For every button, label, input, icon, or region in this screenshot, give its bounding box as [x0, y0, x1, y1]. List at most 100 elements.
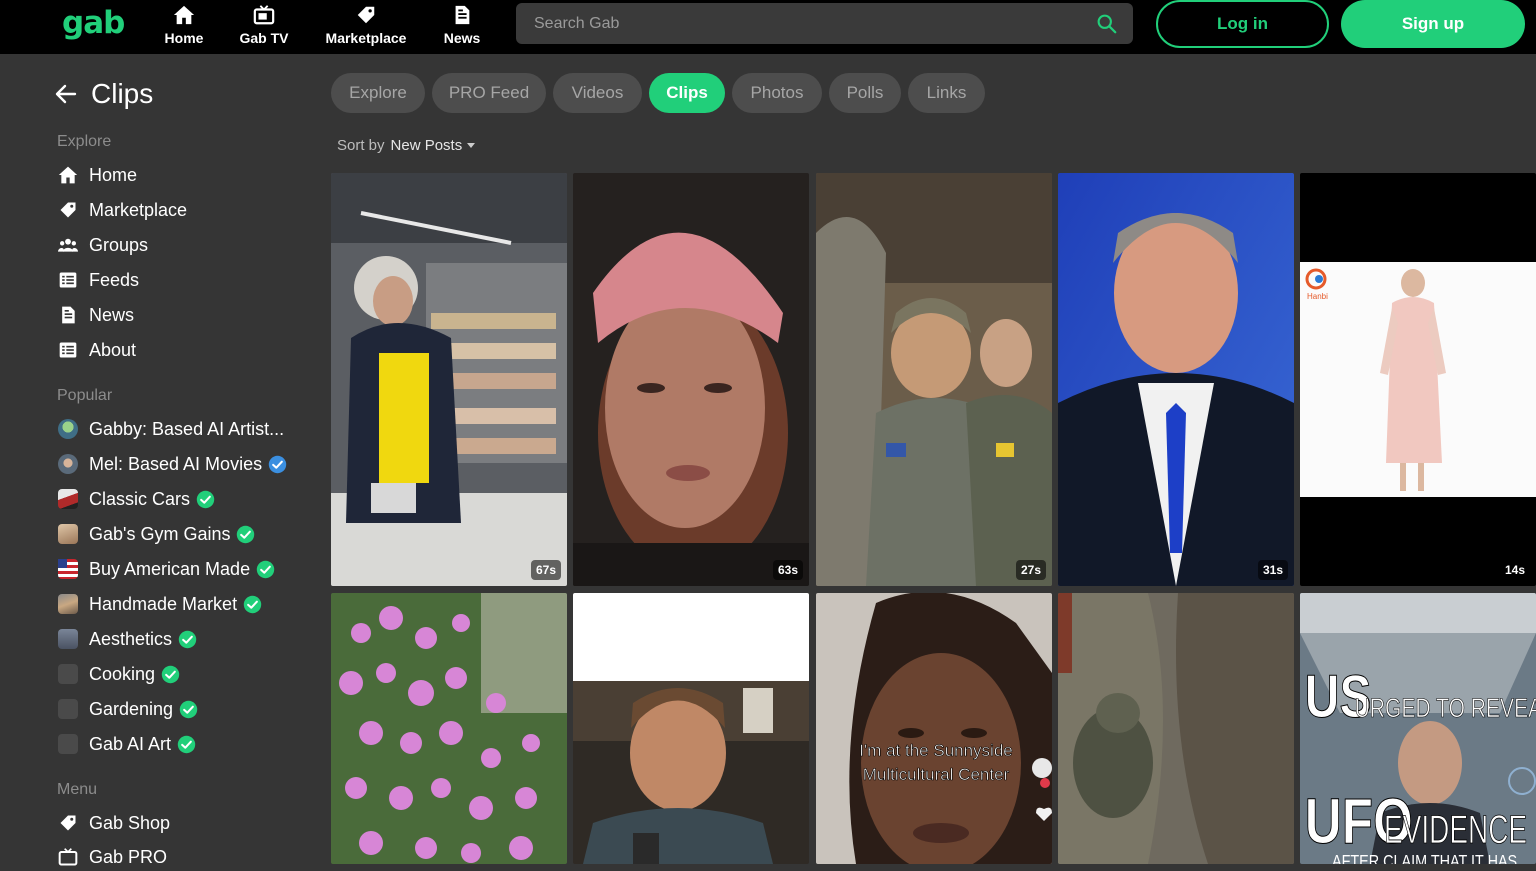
tag-icon: [60, 815, 75, 831]
sidebar-item-label: News: [89, 304, 135, 325]
tab-explore[interactable]: Explore: [331, 73, 425, 113]
tag-icon: [357, 6, 375, 24]
tv-icon: [58, 848, 77, 866]
nav-home[interactable]: Home: [158, 2, 210, 52]
clip-caption: URGED TO REVEAL: [1355, 694, 1536, 724]
sidebar-group-cooking[interactable]: Cooking: [57, 660, 180, 688]
sidebar-group-gabby[interactable]: Gabby: Based AI Artist...: [57, 415, 284, 443]
sidebar-group-mel[interactable]: Mel: Based AI Movies: [57, 450, 287, 478]
clip-image: [1058, 593, 1294, 864]
home-icon: [173, 5, 195, 25]
sidebar-item-label: Cooking: [89, 663, 156, 684]
verified-badge-icon: [237, 525, 255, 543]
sidebar-item-label: Gabby: Based AI Artist...: [89, 418, 285, 439]
news-icon: [61, 306, 75, 324]
menu-heading: Menu: [57, 781, 98, 798]
sidebar-item-label: Mel: Based AI Movies: [89, 453, 263, 474]
sidebar-item-groups[interactable]: Groups: [57, 231, 148, 259]
clip-thumbnail[interactable]: I'm at the Sunnyside Multicultural Cente…: [816, 593, 1052, 864]
sidebar-item-news[interactable]: News: [57, 301, 134, 329]
tab-photos[interactable]: Photos: [732, 73, 822, 113]
tab-links[interactable]: Links: [908, 73, 985, 113]
sidebar-group-aesthetics[interactable]: Aesthetics: [57, 625, 197, 653]
sidebar-item-about[interactable]: About: [57, 336, 136, 364]
sidebar-item-home[interactable]: Home: [57, 161, 137, 189]
tab-clips[interactable]: Clips: [649, 73, 725, 113]
group-avatar: [57, 629, 78, 649]
clip-image: [573, 173, 809, 586]
explore-heading: Explore: [57, 133, 112, 150]
clip-thumbnail[interactable]: 67s: [331, 173, 567, 586]
tab-pro-feed[interactable]: PRO Feed: [432, 73, 546, 113]
back-arrow-icon[interactable]: [54, 82, 78, 106]
nav-news[interactable]: News: [438, 2, 486, 52]
verified-badge-icon: [268, 455, 287, 473]
sidebar-group-handmade-market[interactable]: Handmade Market: [57, 590, 262, 618]
search-bar: [516, 3, 1133, 44]
tag-icon: [60, 202, 75, 218]
sort-value: New Posts: [390, 137, 463, 154]
clip-image: [331, 593, 567, 864]
caret-down-icon: [467, 143, 476, 148]
clip-thumbnail[interactable]: [331, 593, 567, 864]
clip-thumbnail[interactable]: [1058, 593, 1294, 864]
groups-icon: [57, 238, 78, 252]
verified-badge-icon: [179, 700, 198, 718]
clip-thumbnail[interactable]: [573, 593, 809, 864]
tab-polls[interactable]: Polls: [829, 73, 901, 113]
clip-image: US URGED TO REVEAL UFO EVIDENCE AFTER CL…: [1300, 593, 1536, 864]
sidebar-item-marketplace[interactable]: Marketplace: [57, 196, 187, 224]
group-avatar: [57, 419, 78, 439]
sidebar-item-label: Home: [89, 164, 138, 185]
sidebar-item-label: About: [89, 339, 137, 360]
tab-videos[interactable]: Videos: [553, 73, 642, 113]
top-navbar: gab Home Gab TV Marketplace News Log in …: [0, 0, 1536, 54]
verified-badge-icon: [161, 665, 180, 683]
tv-icon: [253, 5, 275, 25]
verified-badge-icon: [177, 735, 196, 753]
verified-badge-icon: [256, 560, 275, 578]
clip-caption: AFTER CLAIM THAT IT HAS: [1332, 852, 1517, 864]
sidebar-group-classic-cars[interactable]: Classic Cars: [57, 485, 215, 513]
nav-marketplace[interactable]: Marketplace: [322, 2, 410, 52]
sidebar-group-gym-gains[interactable]: Gab's Gym Gains: [57, 520, 255, 548]
sidebar-group-buy-american[interactable]: Buy American Made: [57, 555, 275, 583]
clip-image: [1058, 173, 1294, 586]
sidebar-group-gardening[interactable]: Gardening: [57, 695, 198, 723]
nav-gab-tv[interactable]: Gab TV: [233, 2, 295, 52]
sidebar-item-label: Gab AI Art: [89, 733, 172, 754]
clip-image: Hanbi: [1300, 173, 1536, 586]
flag-icon: [57, 559, 78, 579]
login-button[interactable]: Log in: [1156, 0, 1329, 48]
clip-thumbnail[interactable]: 63s: [573, 173, 809, 586]
clip-caption: EVIDENCE: [1384, 808, 1527, 852]
clip-duration: 67s: [530, 560, 561, 580]
clip-thumbnail[interactable]: 27s: [816, 173, 1052, 586]
popular-heading: Popular: [57, 387, 113, 404]
clip-image: [816, 173, 1052, 586]
group-avatar: [57, 664, 78, 684]
clip-duration: 14s: [1499, 560, 1530, 580]
sidebar-group-gab-ai-art[interactable]: Gab AI Art: [57, 730, 196, 758]
sidebar-item-feeds[interactable]: Feeds: [57, 266, 139, 294]
search-input[interactable]: [516, 3, 1086, 44]
search-icon[interactable]: [1096, 13, 1117, 34]
group-avatar: [57, 734, 78, 754]
verified-badge-icon: [196, 490, 215, 508]
signup-button[interactable]: Sign up: [1341, 0, 1525, 48]
clip-image: [573, 593, 809, 864]
clip-thumbnail[interactable]: 31s: [1058, 173, 1294, 586]
sidebar-item-label: Gab PRO: [89, 846, 168, 867]
sort-dropdown[interactable]: Sort by New Posts: [337, 137, 476, 154]
nav-home-label: Home: [164, 30, 204, 46]
group-avatar: [57, 594, 78, 614]
sidebar-item-gab-shop[interactable]: Gab Shop: [57, 809, 170, 837]
clip-thumbnail[interactable]: US URGED TO REVEAL UFO EVIDENCE AFTER CL…: [1300, 593, 1536, 864]
nav-marketplace-label: Marketplace: [325, 30, 407, 46]
sidebar-item-label: Gardening: [89, 698, 174, 719]
clip-thumbnail[interactable]: Hanbi 14s: [1300, 173, 1536, 586]
home-icon: [58, 166, 77, 184]
sidebar-item-label: Gab's Gym Gains: [89, 523, 231, 544]
sidebar-item-gab-pro[interactable]: Gab PRO: [57, 843, 167, 871]
gab-logo[interactable]: gab: [62, 5, 125, 41]
